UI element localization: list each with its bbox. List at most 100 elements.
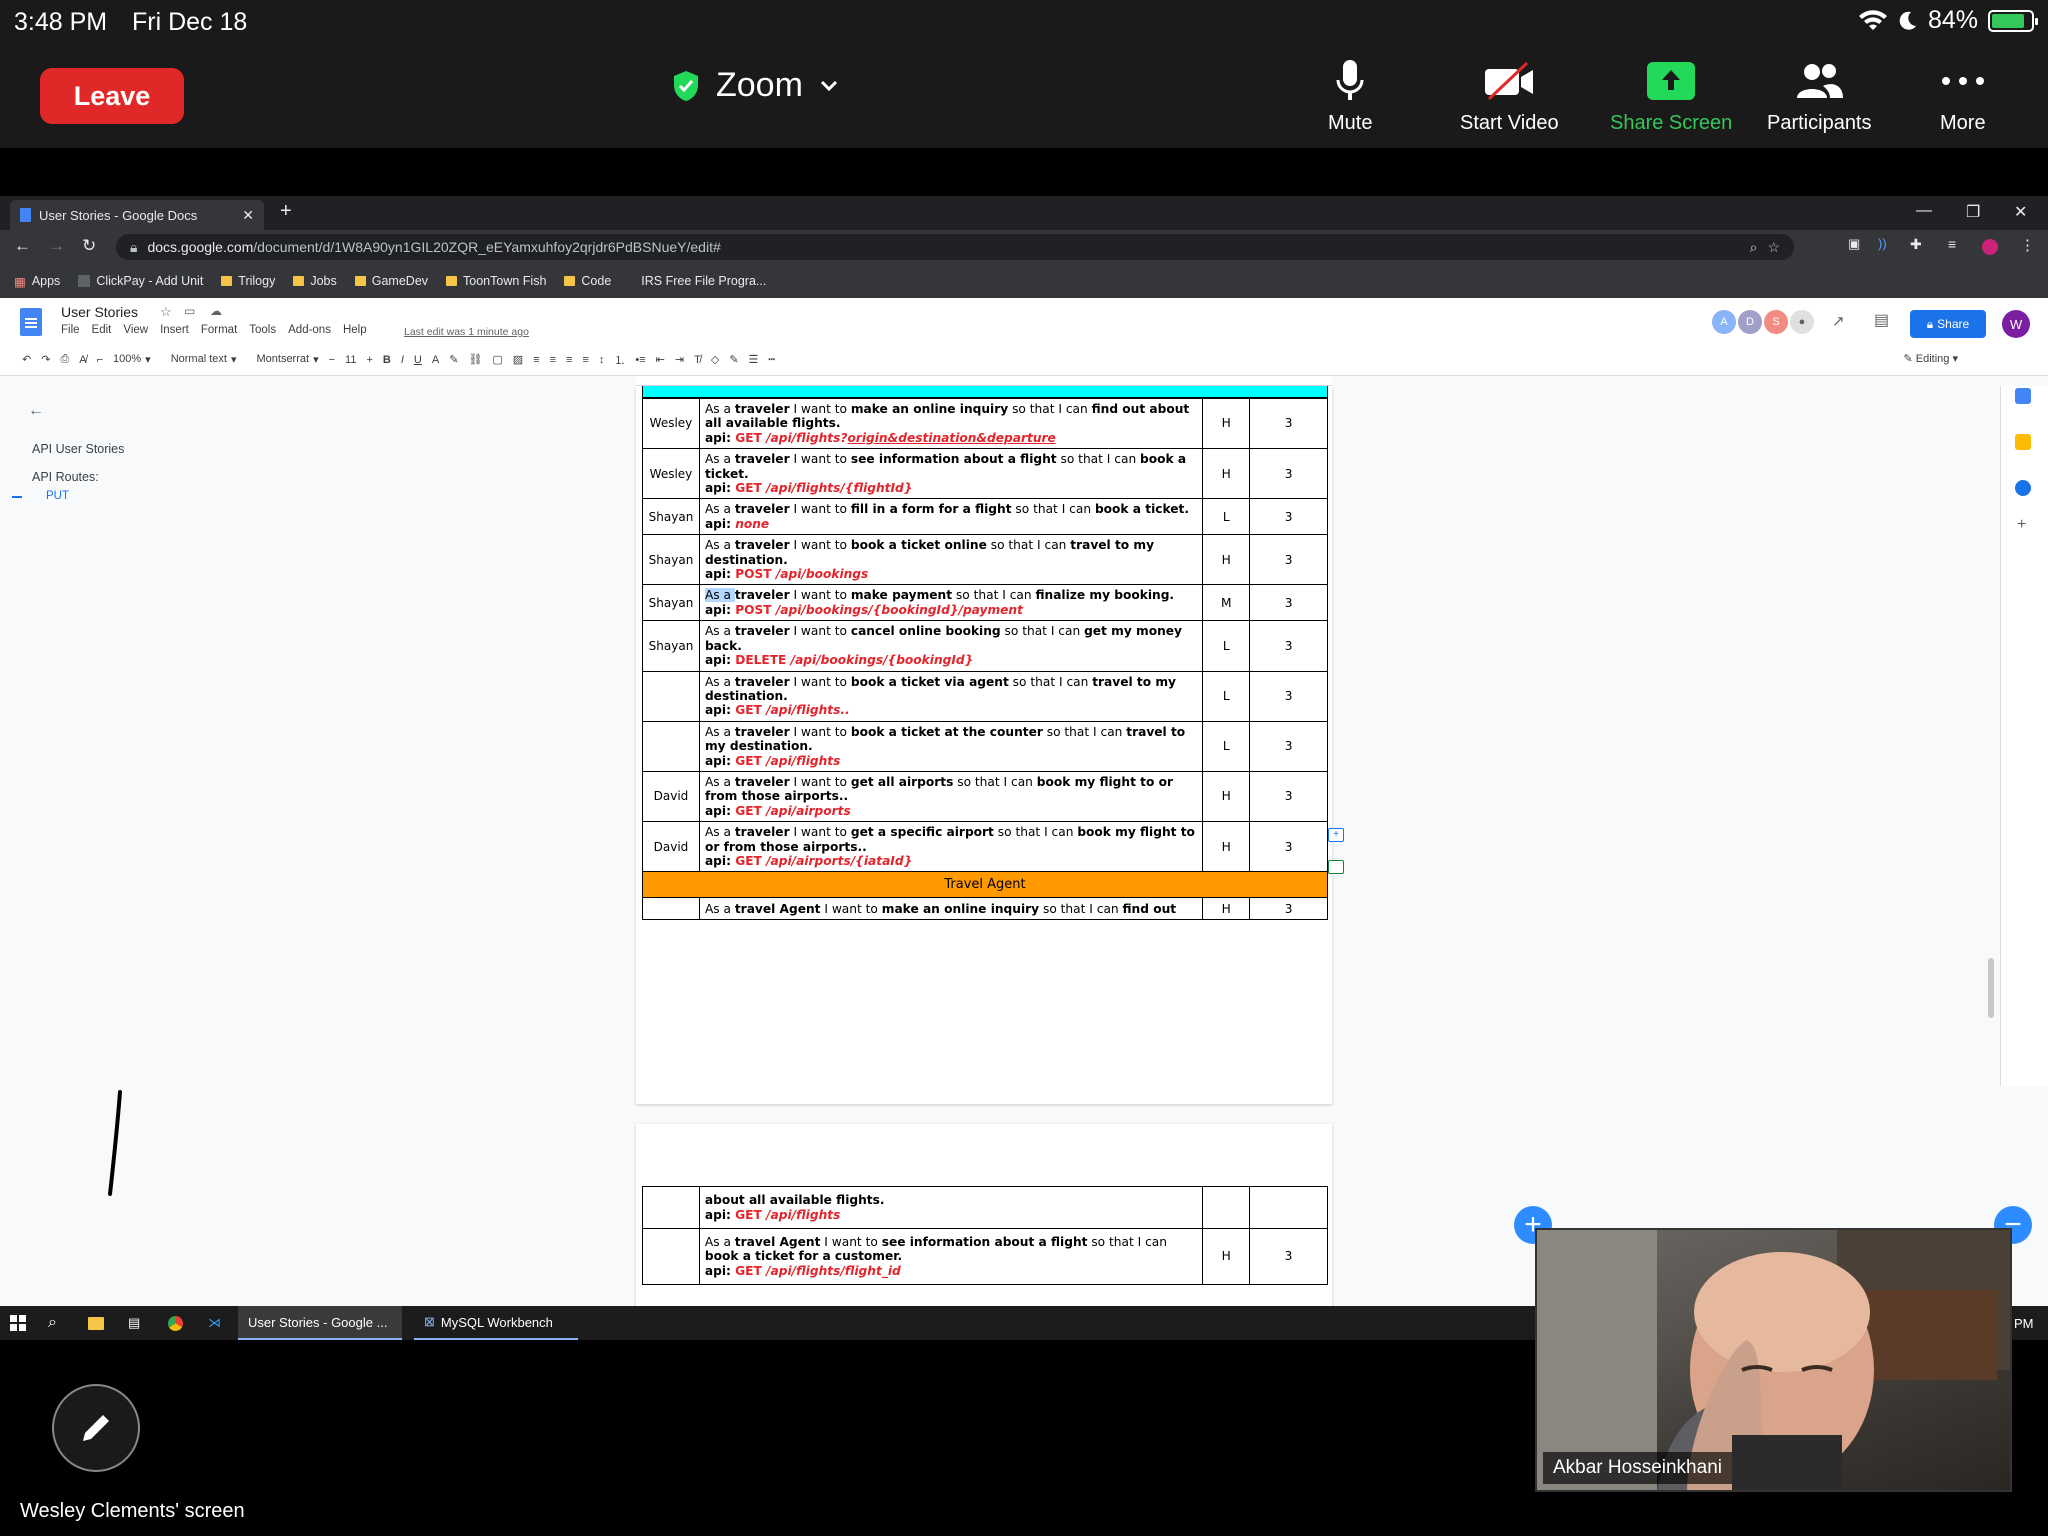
activity-trend-icon[interactable]: ↗ bbox=[1832, 312, 1845, 330]
story-cell[interactable]: As a traveler I want to get all airports… bbox=[698, 770, 1204, 823]
points-cell[interactable]: 3 bbox=[1249, 448, 1328, 500]
align-left-icon[interactable]: ≡ bbox=[533, 354, 539, 366]
menu-format[interactable]: Format bbox=[201, 324, 237, 336]
priority-cell[interactable]: L bbox=[1202, 720, 1251, 772]
profile-icon[interactable] bbox=[1982, 239, 1998, 255]
points-cell[interactable] bbox=[1249, 1186, 1328, 1229]
priority-cell[interactable]: H bbox=[1202, 821, 1251, 873]
calendar-icon[interactable] bbox=[2015, 388, 2031, 404]
outline-item-put[interactable]: PUT bbox=[46, 490, 69, 502]
points-cell[interactable]: 3 bbox=[1249, 770, 1328, 823]
mute-button[interactable]: Mute bbox=[1328, 58, 1372, 135]
priority-cell[interactable]: M bbox=[1202, 584, 1251, 622]
font-select[interactable]: Montserrat ▾ bbox=[256, 353, 318, 366]
story-cell[interactable]: As a traveler I want to see information … bbox=[698, 448, 1204, 500]
points-cell[interactable]: 3 bbox=[1249, 720, 1328, 772]
font-size-input[interactable]: 11 bbox=[345, 354, 356, 366]
indent-icon[interactable]: ⇤ bbox=[656, 353, 665, 366]
bold-icon[interactable]: B bbox=[383, 354, 391, 366]
chrome-icon[interactable] bbox=[168, 1306, 183, 1340]
tasks-icon[interactable] bbox=[2015, 480, 2031, 496]
style-select[interactable]: Normal text ▾ bbox=[171, 353, 237, 366]
priority-cell[interactable]: H bbox=[1202, 397, 1251, 450]
reading-list-icon[interactable]: ≡ bbox=[1948, 236, 1956, 252]
owner-cell[interactable] bbox=[642, 1186, 700, 1229]
bookmark-jobs[interactable]: Jobs bbox=[293, 274, 337, 288]
points-cell[interactable]: 3 bbox=[1249, 584, 1328, 622]
priority-cell[interactable] bbox=[1202, 1186, 1251, 1229]
justify-icon[interactable]: ≡ bbox=[582, 354, 588, 366]
avatar[interactable]: D bbox=[1738, 310, 1762, 334]
forward-icon[interactable]: → bbox=[48, 236, 65, 256]
avatar[interactable]: S bbox=[1764, 310, 1788, 334]
anonymous-avatar[interactable]: ● bbox=[1790, 310, 1814, 334]
taskbar-item-chrome[interactable]: User Stories - Google ... bbox=[238, 1306, 402, 1340]
bookmark-code[interactable]: Code bbox=[564, 274, 611, 288]
bookmark-apps[interactable]: ▦ Apps bbox=[14, 274, 60, 289]
window-close-icon[interactable]: ✕ bbox=[2014, 202, 2027, 222]
story-cell[interactable]: As a traveler I want to cancel online bo… bbox=[698, 620, 1204, 672]
menu-edit[interactable]: Edit bbox=[92, 324, 112, 336]
document-page[interactable]: Wesley As a traveler I want to make an on… bbox=[636, 386, 1332, 1104]
vscode-icon[interactable]: ⋊ bbox=[208, 1306, 221, 1340]
insert-comment-icon[interactable]: ▢ bbox=[492, 353, 502, 366]
avatar[interactable]: A bbox=[1712, 310, 1736, 334]
align-right-icon[interactable]: ≡ bbox=[566, 354, 572, 366]
owner-cell[interactable]: Wesley bbox=[642, 448, 700, 500]
reload-icon[interactable]: ↻ bbox=[82, 236, 96, 256]
new-tab-icon[interactable]: + bbox=[280, 200, 292, 223]
border-dash-icon[interactable]: ┅ bbox=[768, 353, 775, 366]
points-cell[interactable]: 3 bbox=[1249, 397, 1328, 450]
story-cell[interactable]: As a traveler I want to fill in a form f… bbox=[698, 498, 1204, 536]
comment-icon[interactable]: ▤ bbox=[1874, 310, 1889, 330]
owner-cell[interactable] bbox=[642, 897, 700, 921]
outline-back-icon[interactable]: ← bbox=[28, 402, 44, 420]
zoom-title-dropdown[interactable]: Zoom bbox=[672, 66, 839, 105]
document-title[interactable]: User Stories bbox=[61, 304, 138, 320]
priority-cell[interactable]: H bbox=[1202, 897, 1251, 921]
taskbar-item-mysql[interactable]: ⊠ MySQL Workbench bbox=[414, 1306, 578, 1340]
start-video-button[interactable]: Start Video bbox=[1460, 58, 1559, 135]
insert-image-icon[interactable]: ▨ bbox=[513, 353, 523, 366]
outline-item-api-routes[interactable]: API Routes: bbox=[32, 470, 99, 484]
menu-addons[interactable]: Add-ons bbox=[288, 324, 331, 336]
owner-cell[interactable]: Shayan bbox=[642, 620, 700, 672]
border-width-icon[interactable]: ☰ bbox=[749, 353, 759, 366]
search-icon[interactable]: ⌕ bbox=[48, 1306, 57, 1340]
owner-cell[interactable]: David bbox=[642, 821, 700, 873]
story-cell[interactable]: As a traveler I want to make an online i… bbox=[698, 397, 1204, 450]
annotate-button[interactable] bbox=[52, 1384, 140, 1472]
bulleted-list-icon[interactable]: •≡ bbox=[635, 354, 645, 366]
suggest-edit-icon[interactable] bbox=[1328, 860, 1344, 874]
menu-tools[interactable]: Tools bbox=[249, 324, 276, 336]
bookmark-gamedev[interactable]: GameDev bbox=[354, 274, 428, 288]
owner-cell[interactable]: David bbox=[642, 770, 700, 823]
story-cell[interactable]: As a traveler I want to book a ticket on… bbox=[698, 534, 1204, 586]
menu-help[interactable]: Help bbox=[343, 324, 367, 336]
redo-icon[interactable]: ↷ bbox=[41, 353, 50, 366]
pen-color-icon[interactable]: ✎ bbox=[729, 353, 738, 366]
paint-format-icon[interactable]: ⌐ bbox=[97, 354, 103, 366]
story-cell[interactable]: As a traveler I want to book a ticket vi… bbox=[698, 670, 1204, 722]
priority-cell[interactable]: L bbox=[1202, 498, 1251, 536]
menu-view[interactable]: View bbox=[123, 324, 148, 336]
bookmark-toontown[interactable]: ToonTown Fish bbox=[446, 274, 546, 288]
numbered-list-icon[interactable]: ⒈ bbox=[614, 352, 625, 368]
owner-cell[interactable] bbox=[642, 1228, 700, 1285]
owner-cell[interactable]: Wesley bbox=[642, 397, 700, 450]
points-cell[interactable]: 3 bbox=[1249, 821, 1328, 873]
last-edit-link[interactable]: Last edit was 1 minute ago bbox=[404, 326, 529, 338]
owner-cell[interactable] bbox=[642, 670, 700, 722]
text-color-icon[interactable]: A bbox=[432, 354, 439, 366]
clear-format-icon[interactable]: T̸ bbox=[694, 354, 701, 366]
menu-insert[interactable]: Insert bbox=[160, 324, 189, 336]
line-spacing-icon[interactable]: ↕ bbox=[599, 354, 605, 366]
docs-logo-icon[interactable] bbox=[20, 308, 42, 336]
link-icon[interactable]: ⛓ bbox=[468, 353, 482, 366]
points-cell[interactable]: 3 bbox=[1249, 897, 1328, 921]
story-cell[interactable]: As a traveler I want to make payment so … bbox=[698, 584, 1204, 622]
kebab-menu-icon[interactable]: ⋮ bbox=[2020, 236, 2035, 254]
zoom-select[interactable]: 100% ▾ bbox=[113, 353, 151, 366]
url-input[interactable]: 🔒︎ docs.google.com/document/d/1W8A90yn1G… bbox=[116, 234, 1794, 260]
italic-icon[interactable]: I bbox=[401, 354, 404, 366]
